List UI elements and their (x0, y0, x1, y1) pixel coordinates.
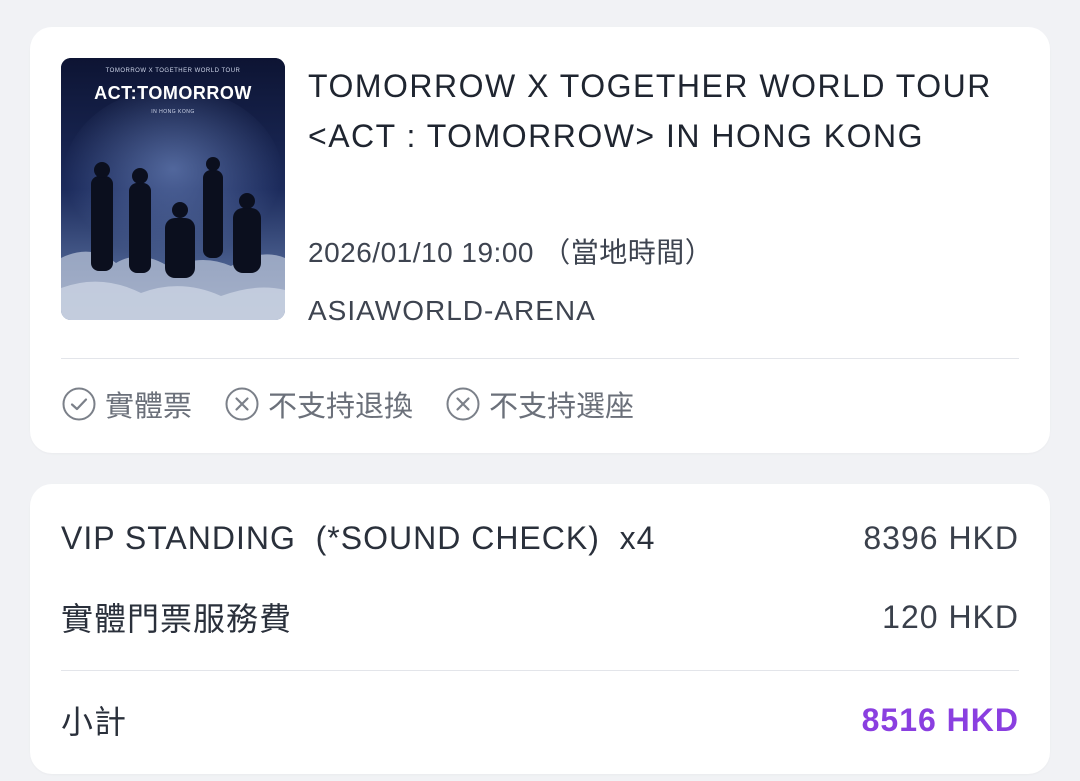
ticket-features: 實體票 不支持退換 不支持選座 (61, 383, 634, 425)
feature-label: 不支持選座 (489, 391, 635, 423)
event-card-divider (61, 358, 1019, 359)
x-circle-icon (225, 387, 259, 421)
poster-logo-text: ACT:TOMORROW (94, 83, 252, 103)
poster-top-text: TOMORROW X TOGETHER WORLD TOUR (105, 68, 241, 74)
ticket-amount: 8396 HKD (863, 520, 1019, 556)
subtotal-label: 小計 (61, 704, 128, 740)
event-datetime: 2026/01/10 19:00 （當地時間） (308, 237, 714, 268)
poster-sub-text: IN HONG KONG (151, 109, 195, 115)
ticket-label: VIP STANDING (*SOUND CHECK) x4 (61, 520, 656, 556)
feature-no-refund: 不支持退換 (224, 383, 413, 425)
feature-physical-ticket: 實體票 (61, 383, 192, 425)
service-fee-line-item: 實體門票服務費 120 HKD (61, 594, 1019, 640)
service-fee-amount: 120 HKD (882, 598, 1019, 635)
order-summary-card: VIP STANDING (*SOUND CHECK) x4 8396 HKD … (30, 484, 1050, 774)
service-fee-label: 實體門票服務費 (61, 601, 293, 637)
x-circle-icon (446, 387, 480, 421)
subtotal-line-item: 小計 8516 HKD (61, 697, 1019, 743)
feature-label: 不支持退換 (268, 391, 414, 423)
feature-no-seat-selection: 不支持選座 (445, 383, 634, 425)
event-card: TOMORROW X TOGETHER WORLD TOUR ACT:TOMOR… (30, 27, 1050, 453)
check-circle-icon (62, 387, 96, 421)
order-card-divider (61, 670, 1019, 671)
event-venue: ASIAWORLD-ARENA (308, 295, 596, 326)
subtotal-amount: 8516 HKD (861, 701, 1019, 738)
event-title: TOMORROW X TOGETHER WORLD TOUR <ACT : TO… (308, 68, 992, 154)
feature-label: 實體票 (105, 391, 193, 423)
event-poster-image: TOMORROW X TOGETHER WORLD TOUR ACT:TOMOR… (61, 58, 285, 320)
ticket-line-item: VIP STANDING (*SOUND CHECK) x4 8396 HKD (61, 520, 1019, 557)
